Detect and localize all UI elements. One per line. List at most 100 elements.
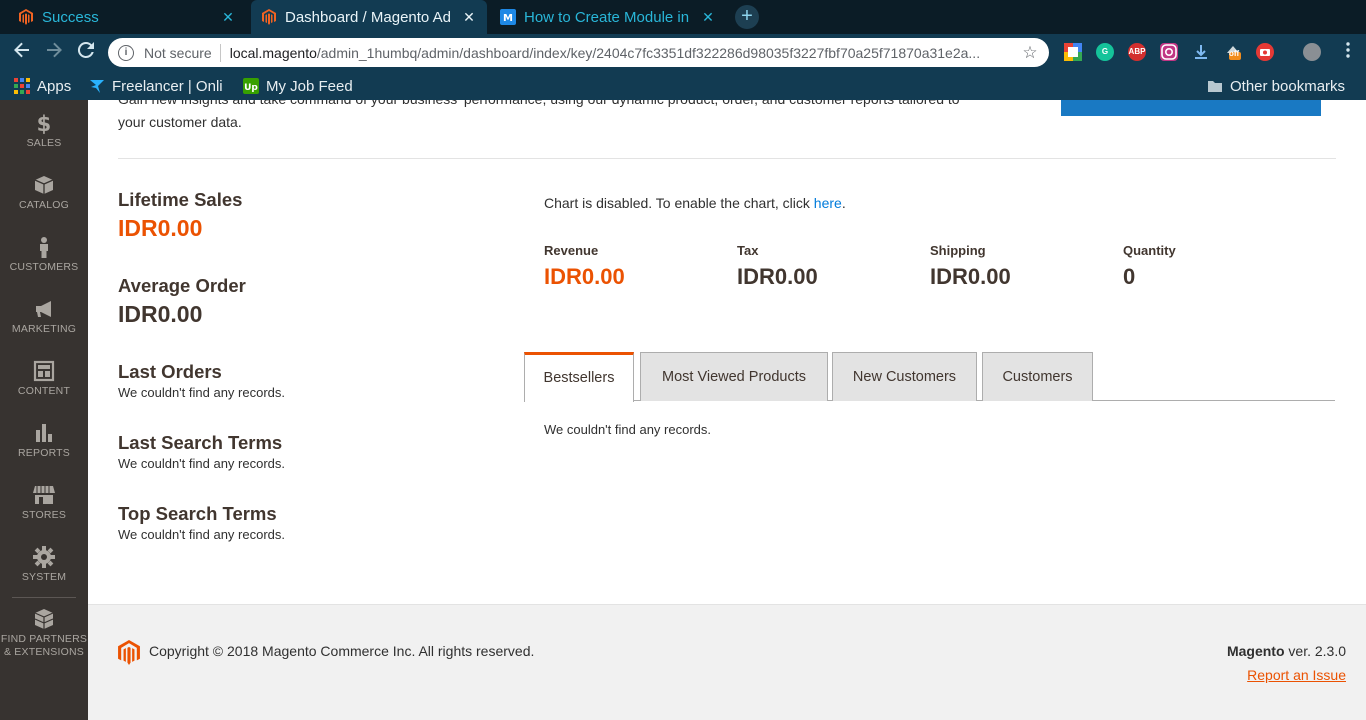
dollar-icon: $: [0, 112, 88, 136]
box-icon: [0, 174, 88, 196]
bookmark-other[interactable]: Other bookmarks: [1207, 76, 1345, 96]
browser-tab-success[interactable]: Success ✕: [8, 0, 246, 34]
magento-favicon-icon: [18, 9, 34, 25]
divider: [118, 158, 1336, 159]
sidebar-item-customers[interactable]: CUSTOMERS: [0, 236, 88, 274]
admin-sidebar: $ SALES CATALOG CUSTOMERS MARKETING CONT…: [0, 100, 88, 720]
url-path: /admin_1humbq/admin/dashboard/index/key/…: [316, 44, 981, 61]
freelancer-bird-icon: [89, 78, 105, 94]
sidebar-item-label: CONTENT: [17, 385, 71, 397]
tab-customers[interactable]: Customers: [982, 352, 1093, 401]
svg-text:M: M: [503, 13, 513, 24]
sidebar-item-label: SYSTEM: [21, 571, 67, 583]
tab-new-customers[interactable]: New Customers: [832, 352, 977, 401]
sidebar-item-label: REPORTS: [18, 447, 70, 459]
layout-icon: [0, 360, 88, 382]
last-orders-empty: We couldn't find any records.: [118, 385, 285, 400]
security-label: Not secure: [144, 44, 212, 61]
revenue-label: Revenue: [544, 243, 599, 258]
average-order-value: IDR0.00: [118, 301, 203, 327]
new-tab-button[interactable]: +: [735, 5, 759, 29]
sidebar-item-marketing[interactable]: MARKETING: [0, 298, 88, 336]
coupon-extension-icon[interactable]: off: [1224, 43, 1242, 61]
sidebar-item-find-partners[interactable]: FIND PARTNERS & EXTENSIONS: [0, 608, 88, 659]
download-extension-icon[interactable]: [1192, 43, 1210, 61]
sidebar-item-label: MARKETING: [11, 323, 77, 335]
bookmark-star-icon[interactable]: ☆: [1017, 43, 1043, 63]
browser-tab-strip: Success ✕ Dashboard / Magento Ad ✕ M How…: [0, 0, 1366, 34]
gear-icon: [0, 546, 88, 568]
close-icon[interactable]: ✕: [461, 9, 477, 26]
store-icon: [0, 484, 88, 506]
last-search-terms-title: Last Search Terms: [118, 432, 283, 453]
version-info: Magento ver. 2.3.0: [1227, 643, 1346, 659]
tax-value: IDR0.00: [737, 264, 818, 289]
person-icon: [0, 236, 88, 258]
intro-line: Gain new insights and take command of yo…: [118, 100, 1018, 111]
grammarly-extension-icon[interactable]: G: [1096, 43, 1114, 61]
copyright-text: Copyright © 2018 Magento Commerce Inc. A…: [149, 643, 535, 659]
lifetime-sales-value: IDR0.00: [118, 215, 203, 241]
sidebar-item-reports[interactable]: REPORTS: [0, 422, 88, 460]
browser-toolbar: i Not secure local.magento /admin_1humbq…: [0, 34, 1366, 72]
bookmark-freelancer[interactable]: Freelancer | Onli: [89, 76, 224, 96]
top-search-terms-title: Top Search Terms: [118, 503, 277, 524]
sidebar-item-label: CUSTOMERS: [9, 261, 79, 273]
sidebar-item-label: & EXTENSIONS: [3, 646, 84, 658]
tab-title: Success: [42, 8, 99, 26]
browser-tab-dashboard[interactable]: Dashboard / Magento Ad ✕: [251, 0, 487, 34]
tax-label: Tax: [737, 243, 759, 258]
bookmark-apps[interactable]: Apps: [14, 76, 71, 96]
svg-text:Up: Up: [244, 83, 258, 93]
sidebar-item-catalog[interactable]: CATALOG: [0, 174, 88, 212]
adblock-plus-extension-icon[interactable]: ABP: [1128, 43, 1146, 61]
bookmark-label: My Job Feed: [266, 77, 353, 95]
sidebar-item-label: CATALOG: [18, 199, 70, 211]
top-search-terms-empty: We couldn't find any records.: [118, 527, 285, 542]
enable-chart-link[interactable]: here: [814, 195, 842, 211]
last-orders-title: Last Orders: [118, 361, 222, 382]
sidebar-item-label: SALES: [26, 137, 62, 149]
back-icon[interactable]: [10, 41, 34, 65]
address-bar[interactable]: i Not secure local.magento /admin_1humbq…: [108, 38, 1049, 67]
profile-avatar-icon[interactable]: [1303, 43, 1321, 61]
chart-disabled-message: Chart is disabled. To enable the chart, …: [544, 195, 846, 211]
info-icon[interactable]: i: [118, 44, 134, 61]
sidebar-item-system[interactable]: SYSTEM: [0, 546, 88, 584]
sidebar-item-label: FIND PARTNERS: [0, 633, 88, 645]
svg-text:$: $: [37, 112, 52, 134]
close-icon[interactable]: ✕: [220, 9, 236, 26]
sidebar-divider: [12, 597, 76, 598]
sidebar-item-content[interactable]: CONTENT: [0, 360, 88, 398]
more-options-icon[interactable]: [1336, 41, 1360, 65]
sidebar-item-sales[interactable]: $ SALES: [0, 112, 88, 150]
tab-content-empty: We couldn't find any records.: [544, 422, 711, 437]
go-to-advanced-reporting-button[interactable]: [1061, 100, 1321, 116]
tab-title: How to Create Module in: [524, 8, 690, 26]
apps-grid-icon: [14, 78, 30, 94]
tab-title: Dashboard / Magento Ad: [285, 8, 451, 26]
box-stack-icon: [0, 608, 88, 630]
screenshot-extension-icon[interactable]: [1256, 43, 1274, 61]
instagram-extension-icon[interactable]: [1160, 43, 1178, 61]
forward-icon[interactable]: [42, 41, 66, 65]
close-icon[interactable]: ✕: [700, 9, 716, 26]
sidebar-item-stores[interactable]: STORES: [0, 484, 88, 522]
google-translate-extension-icon[interactable]: [1064, 43, 1082, 61]
bar-chart-icon: [0, 422, 88, 444]
folder-icon: [1207, 78, 1223, 94]
report-issue-link[interactable]: Report an Issue: [1247, 667, 1346, 683]
bookmark-job-feed[interactable]: Up My Job Feed: [243, 76, 353, 96]
quantity-value: 0: [1123, 264, 1136, 289]
reload-icon[interactable]: [74, 41, 98, 65]
dashboard-main: Gain new insights and take command of yo…: [88, 100, 1366, 604]
tab-most-viewed-products[interactable]: Most Viewed Products: [640, 352, 828, 401]
quantity-label: Quantity: [1123, 243, 1176, 258]
tab-bestsellers[interactable]: Bestsellers: [524, 352, 634, 402]
bookmarks-bar: Apps Freelancer | Onli Up My Job Feed Ot…: [0, 72, 1366, 100]
browser-tab-module[interactable]: M How to Create Module in ✕: [490, 0, 726, 34]
average-order-title: Average Order: [118, 275, 246, 296]
shipping-label: Shipping: [930, 243, 986, 258]
intro-line: your customer data.: [118, 114, 242, 130]
sidebar-item-label: STORES: [21, 509, 67, 521]
